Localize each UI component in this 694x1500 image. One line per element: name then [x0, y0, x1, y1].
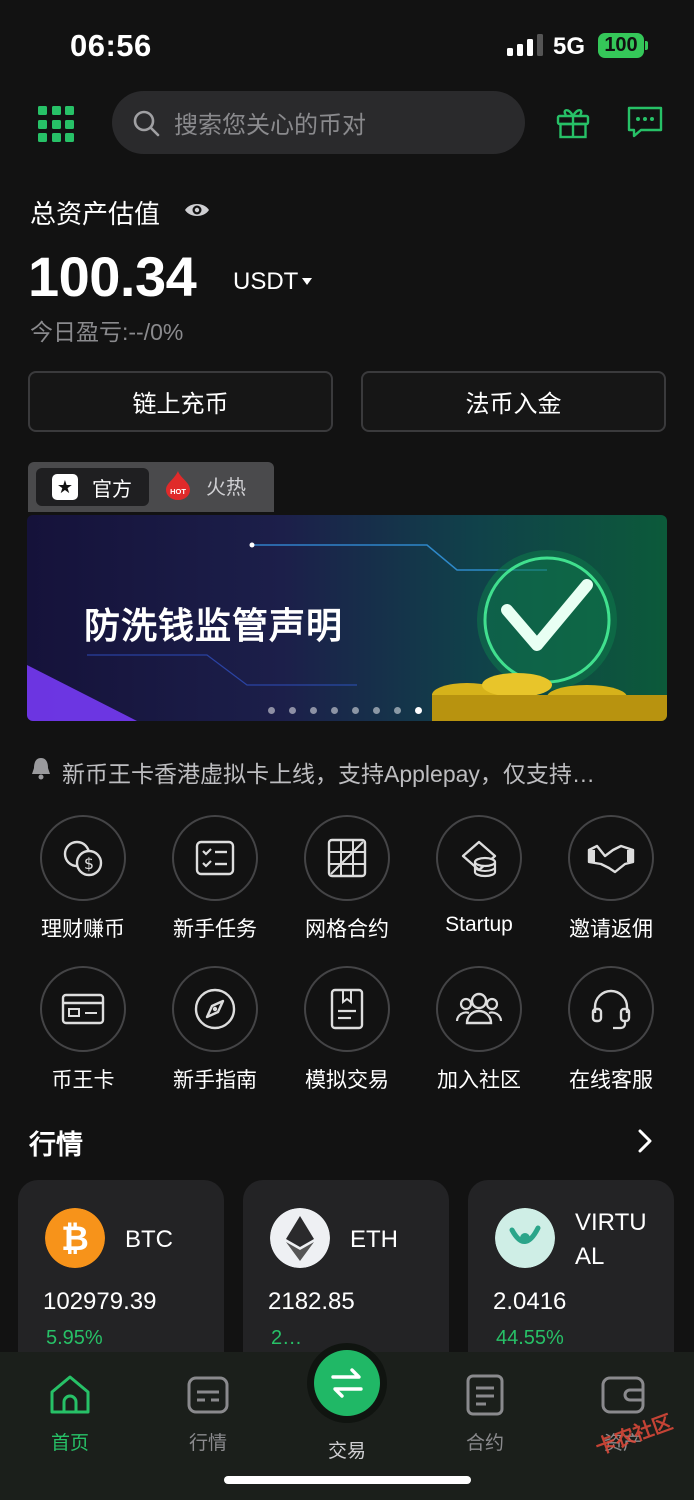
compass-icon — [194, 988, 236, 1030]
announcement-text[interactable]: 新币王卡香港虚拟卡上线，支持Applepay，仅支持… — [62, 755, 642, 789]
nav-trade-label: 交易 — [327, 1441, 366, 1462]
home-indicator — [224, 1476, 471, 1484]
market-title: 行情 — [29, 1130, 83, 1160]
shortcut-demo-trading[interactable]: 模拟交易 — [287, 966, 407, 1094]
ethereum-icon — [270, 1208, 330, 1268]
shortcut-label: 邀请返佣 — [569, 918, 653, 941]
shortcut-support[interactable]: 在线客服 — [551, 966, 671, 1094]
status-time: 06:56 — [70, 28, 152, 63]
coin-name: VIRTU AL — [575, 1209, 647, 1270]
shortcut-label: 币王卡 — [51, 1069, 115, 1092]
coin-change: 44.55% — [496, 1327, 564, 1349]
shortcut-label: 加入社区 — [437, 1069, 521, 1092]
shortcut-startup[interactable]: Startup — [419, 815, 539, 937]
coin-dollar-icon: $ — [63, 840, 103, 877]
currency-select[interactable]: USDT — [233, 268, 298, 296]
battery-icon: 100 — [598, 33, 644, 58]
asset-label: 总资产估值 — [30, 199, 161, 229]
search-placeholder: 搜索您关心的币对 — [174, 112, 366, 139]
tab-official[interactable]: ★ 官方 — [36, 468, 149, 506]
fiat-deposit-button[interactable]: 法币入金 — [361, 371, 666, 432]
shortcut-tasks[interactable]: 新手任务 — [155, 815, 275, 943]
grid-table-icon — [327, 838, 367, 878]
chevron-down-icon[interactable] — [302, 278, 312, 285]
bell-icon — [32, 758, 50, 780]
coin-price: 2182.85 — [268, 1288, 355, 1315]
market-card-btc[interactable]: ₿ BTC 102979.39 5.95% — [18, 1180, 224, 1380]
nav-contract[interactable]: 合约 — [435, 1372, 535, 1455]
tab-official-label: 官方 — [92, 478, 132, 501]
shortcut-grid[interactable]: 网格合约 — [287, 815, 407, 943]
shortcut-invite[interactable]: 邀请返佣 — [551, 815, 671, 943]
wallet-icon — [601, 1376, 645, 1414]
hot-fire-icon: HOT — [166, 471, 190, 500]
nav-market-label: 行情 — [188, 1433, 227, 1454]
shortcut-earn[interactable]: $ 理财赚币 — [23, 815, 143, 943]
market-card-virtual[interactable]: VIRTU AL 2.0416 44.55% — [468, 1180, 674, 1380]
signal-icon — [507, 34, 543, 56]
star-icon: ★ — [52, 474, 78, 500]
carousel-dots — [268, 707, 422, 714]
tab-hot[interactable]: HOT 火热 — [164, 470, 246, 500]
chat-icon[interactable] — [626, 105, 664, 139]
search-icon — [133, 110, 160, 136]
shortcut-card[interactable]: 币王卡 — [23, 966, 143, 1094]
shortcut-label: 新手任务 — [173, 918, 257, 941]
handshake-icon — [587, 844, 635, 874]
nav-contract-label: 合约 — [465, 1433, 504, 1454]
community-icon — [455, 992, 503, 1025]
nav-home[interactable]: 首页 — [20, 1372, 120, 1455]
banner-title: 防洗钱监管声明 — [84, 605, 344, 646]
coin-change: 2… — [271, 1327, 303, 1349]
shortcut-community[interactable]: 加入社区 — [419, 966, 539, 1094]
headset-icon — [591, 989, 631, 1030]
home-icon — [50, 1375, 90, 1414]
svg-text:₿: ₿ — [61, 1219, 89, 1259]
gift-icon[interactable] — [556, 105, 590, 139]
svg-text:$: $ — [84, 854, 94, 873]
shortcut-label: Startup — [445, 913, 513, 936]
coin-change: 5.95% — [46, 1327, 103, 1349]
chevron-right-icon[interactable] — [636, 1128, 654, 1154]
nav-market[interactable]: 行情 — [158, 1372, 258, 1455]
coin-name: ETH — [350, 1226, 398, 1253]
shortcut-label: 网格合约 — [305, 918, 389, 941]
shortcut-label: 新手指南 — [173, 1069, 257, 1092]
shortcut-label: 理财赚币 — [41, 918, 125, 941]
shortcut-guide[interactable]: 新手指南 — [155, 966, 275, 1094]
card-icon — [61, 993, 105, 1025]
deposit-button[interactable]: 链上充币 — [28, 371, 333, 432]
hot-badge: HOT — [170, 487, 186, 496]
daily-pnl: 今日盈亏:--/0% — [30, 319, 184, 345]
coin-name: BTC — [125, 1226, 173, 1253]
task-list-icon — [195, 840, 235, 876]
bitcoin-icon: ₿ — [45, 1208, 105, 1268]
grid-menu-icon[interactable] — [38, 106, 74, 142]
eye-icon[interactable] — [184, 200, 210, 220]
shortcut-label: 模拟交易 — [305, 1069, 389, 1092]
battery-tip — [645, 41, 648, 50]
contract-icon — [466, 1374, 504, 1416]
coin-price: 102979.39 — [43, 1288, 157, 1315]
promo-banner[interactable]: 防洗钱监管声明 — [27, 515, 667, 721]
network-type: 5G — [553, 33, 586, 60]
asset-value: 100.34 — [28, 245, 197, 308]
nav-home-label: 首页 — [50, 1433, 89, 1454]
market-icon — [187, 1376, 229, 1414]
virtual-coin-icon — [495, 1208, 555, 1268]
tab-hot-label: 火热 — [206, 476, 246, 499]
search-input[interactable]: 搜索您关心的币对 — [112, 91, 525, 154]
coin-stack-icon — [461, 840, 497, 878]
nav-trade[interactable] — [307, 1343, 387, 1423]
swap-arrows-icon — [331, 1368, 363, 1398]
document-icon — [330, 988, 364, 1030]
shortcut-label: 在线客服 — [569, 1069, 653, 1092]
coin-price: 2.0416 — [493, 1288, 567, 1315]
